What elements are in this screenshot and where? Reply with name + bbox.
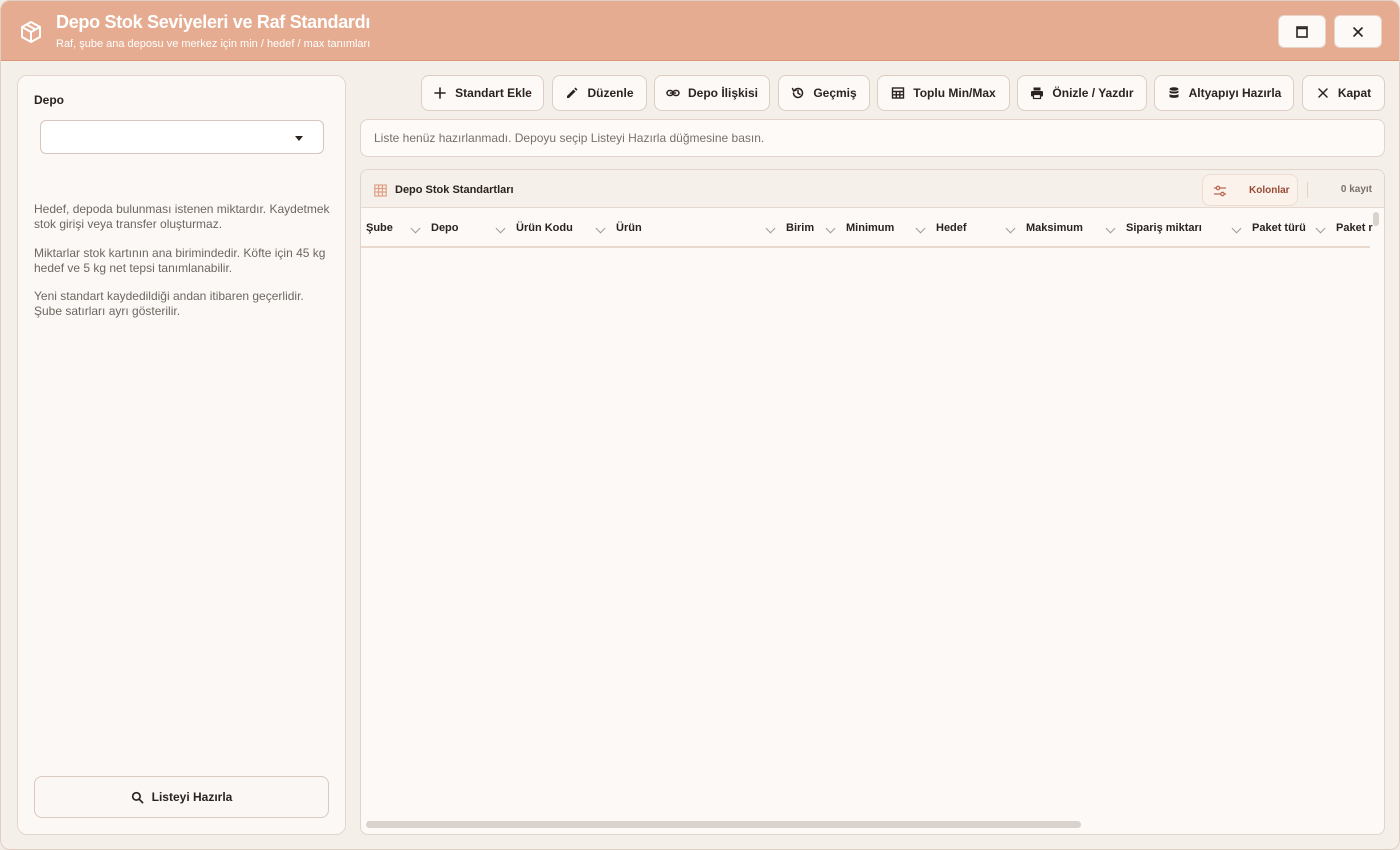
help-text-validity: Yeni standart kaydedildiği andan itibare… xyxy=(34,289,304,318)
edit-label: Düzenle xyxy=(587,86,634,100)
chevron-down-icon[interactable] xyxy=(595,223,606,234)
add-standard-label: Standart Ekle xyxy=(455,86,532,100)
column-header-row: Şube Depo Ürün Kodu Ürün Birim Minimum H… xyxy=(361,210,1373,248)
column-header[interactable]: Sipariş miktarı xyxy=(1126,222,1202,234)
vertical-scrollbar[interactable] xyxy=(1373,212,1379,226)
chevron-down-icon[interactable] xyxy=(1005,223,1016,234)
chevron-down-icon[interactable] xyxy=(765,223,776,234)
depo-select[interactable] xyxy=(40,120,324,154)
edit-button[interactable]: Düzenle xyxy=(552,75,647,111)
close-button[interactable]: Kapat xyxy=(1302,75,1385,111)
chevron-down-icon[interactable] xyxy=(410,223,421,234)
chevron-down-icon[interactable] xyxy=(1231,223,1242,234)
print-preview-button[interactable]: Önizle / Yazdır xyxy=(1017,75,1147,111)
history-button[interactable]: Geçmiş xyxy=(778,75,870,111)
chevron-down-icon[interactable] xyxy=(1315,223,1326,234)
plus-icon xyxy=(434,87,446,99)
prepare-infra-label: Altyapıyı Hazırla xyxy=(1188,86,1282,100)
column-header[interactable]: Minimum xyxy=(846,222,894,234)
prepare-list-label: Listeyi Hazırla xyxy=(151,790,233,804)
database-icon xyxy=(1169,87,1179,98)
horizontal-scrollbar[interactable] xyxy=(366,821,1081,828)
bulk-minmax-label: Toplu Min/Max xyxy=(913,86,996,100)
chevron-down-icon[interactable] xyxy=(1105,223,1116,234)
print-preview-label: Önizle / Yazdır xyxy=(1052,86,1134,100)
table-icon xyxy=(374,184,387,197)
divider xyxy=(1307,182,1308,198)
app-window: Depo Stok Seviyeleri ve Raf Standardı Ra… xyxy=(0,0,1400,850)
chevron-down-icon[interactable] xyxy=(495,223,506,234)
info-message: Liste henüz hazırlanmadı. Depoyu seçip L… xyxy=(360,119,1385,157)
chevron-down-icon[interactable] xyxy=(915,223,926,234)
bulk-minmax-button[interactable]: Toplu Min/Max xyxy=(877,75,1010,111)
history-icon xyxy=(792,87,804,99)
prepare-list-button[interactable]: Listeyi Hazırla xyxy=(34,776,329,818)
sliders-icon xyxy=(1213,185,1227,197)
column-header[interactable]: Ürün xyxy=(616,222,642,234)
add-standard-button[interactable]: Standart Ekle xyxy=(421,75,544,111)
history-label: Geçmiş xyxy=(813,86,857,100)
columns-label: Kolonlar xyxy=(1249,185,1290,196)
chevron-down-icon[interactable] xyxy=(825,223,836,234)
title-bar: Depo Stok Seviyeleri ve Raf Standardı Ra… xyxy=(1,1,1399,61)
maximize-button[interactable] xyxy=(1278,15,1326,48)
table-icon xyxy=(892,87,905,99)
close-window-button[interactable] xyxy=(1334,15,1382,48)
link-icon xyxy=(666,89,680,97)
dropdown-caret-icon xyxy=(295,136,303,141)
prepare-infra-button[interactable]: Altyapıyı Hazırla xyxy=(1154,75,1294,111)
record-count: 0 kayıt xyxy=(1340,184,1372,195)
column-header[interactable]: Hedef xyxy=(936,222,967,234)
column-header[interactable]: Depo xyxy=(431,222,459,234)
column-header[interactable]: Maksimum xyxy=(1026,222,1083,234)
depo-label: Depo xyxy=(34,93,64,107)
printer-icon xyxy=(1031,87,1044,100)
window-subtitle: Raf, şube ana deposu ve merkez için min … xyxy=(56,38,371,50)
grid-title: Depo Stok Standartları xyxy=(395,184,514,196)
column-header[interactable]: Paket r xyxy=(1336,222,1373,234)
grid-header-bar: Depo Stok Standartları Kolonlar 0 kayıt xyxy=(361,170,1384,208)
depo-relation-button[interactable]: Depo İlişkisi xyxy=(654,75,770,111)
column-header[interactable]: Birim xyxy=(786,222,814,234)
stock-standards-grid: Depo Stok Standartları Kolonlar 0 kayıt … xyxy=(360,169,1385,835)
column-header[interactable]: Paket türü xyxy=(1252,222,1306,234)
close-icon xyxy=(1318,88,1328,98)
help-text-target: Hedef, depoda bulunması istenen miktardı… xyxy=(34,202,330,231)
column-header[interactable]: Ürün Kodu xyxy=(516,222,573,234)
columns-button[interactable]: Kolonlar xyxy=(1202,174,1298,206)
filter-panel: Depo Hedef, depoda bulunması istenen mik… xyxy=(17,75,346,835)
package-box-icon xyxy=(21,21,41,43)
pencil-icon xyxy=(567,87,578,98)
close-label: Kapat xyxy=(1337,86,1372,100)
column-header[interactable]: Şube xyxy=(366,222,393,234)
maximize-icon xyxy=(1296,25,1308,38)
depo-relation-label: Depo İlişkisi xyxy=(687,86,759,100)
close-icon xyxy=(1353,26,1363,37)
help-text-units: Miktarlar stok kartının ana birimindedir… xyxy=(34,246,326,275)
search-icon xyxy=(131,791,144,803)
window-title: Depo Stok Seviyeleri ve Raf Standardı xyxy=(56,12,371,32)
